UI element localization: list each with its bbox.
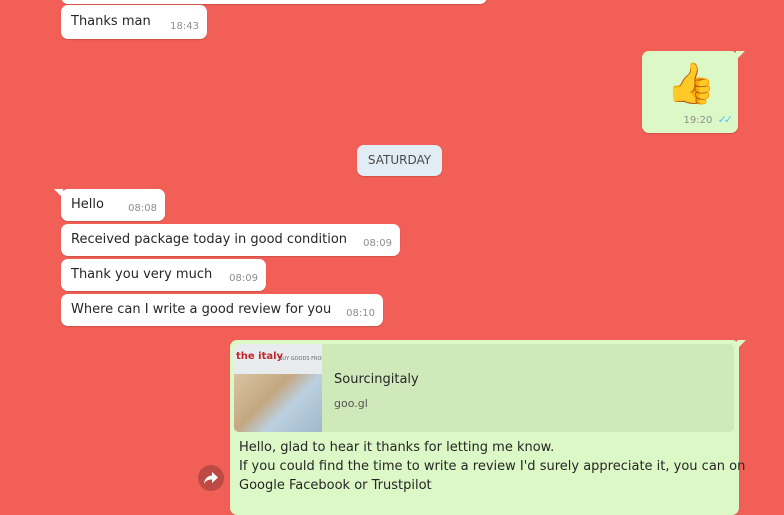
message-text: Thank you very much (71, 267, 213, 282)
message-bubble-incoming[interactable]: Thank you very much 08:09 (61, 259, 266, 291)
message-time: 08:10 (346, 308, 375, 319)
double-check-icon: ✓✓ (717, 113, 734, 126)
message-text: Hello (71, 197, 104, 212)
forward-button[interactable] (198, 465, 224, 491)
message-bubble-incoming[interactable]: Hello 08:08 (54, 189, 165, 221)
date-divider: SATURDAY (357, 145, 442, 176)
link-title: Sourcingitaly (334, 372, 419, 387)
thumbnail-tagline: BUY GOODS FROM ITALY (279, 356, 322, 362)
message-bubble-partial (61, 0, 487, 4)
message-text: Thanks man (71, 14, 151, 29)
message-time: 08:09 (363, 238, 392, 249)
thumbnail-logo: the italy (236, 351, 284, 362)
message-text-line: Google Facebook or Trustpilot (239, 478, 432, 493)
thumbs-up-emoji: 👍 (666, 61, 716, 107)
message-text-line: Hello, glad to hear it thanks for lettin… (239, 440, 555, 455)
forward-icon (204, 472, 218, 484)
message-text-line: If you could find the time to write a re… (239, 459, 746, 474)
message-bubble-incoming[interactable]: Thanks man 18:43 (61, 5, 207, 39)
link-preview[interactable]: the italy BUY GOODS FROM ITALY Sourcingi… (234, 344, 734, 432)
thumbnail-map-image (234, 374, 322, 432)
message-time: 08:09 (229, 273, 258, 284)
message-text: Where can I write a good review for you (71, 302, 332, 317)
message-time: 08:08 (128, 203, 157, 214)
message-time-with-receipt: 19:20 ✓✓ (683, 110, 734, 130)
link-preview-thumbnail: the italy BUY GOODS FROM ITALY (234, 344, 322, 432)
message-bubble-incoming[interactable]: Received package today in good condition… (61, 224, 400, 256)
message-text: Received package today in good condition (71, 232, 348, 247)
link-domain: goo.gl (334, 397, 368, 410)
message-bubble-outgoing-link[interactable]: the italy BUY GOODS FROM ITALY Sourcingi… (230, 340, 746, 515)
message-bubble-incoming[interactable]: Where can I write a good review for you … (61, 294, 383, 326)
message-bubble-outgoing[interactable]: 👍 19:20 ✓✓ (642, 51, 745, 133)
message-time: 19:20 (683, 115, 713, 126)
message-time: 18:43 (170, 21, 199, 32)
